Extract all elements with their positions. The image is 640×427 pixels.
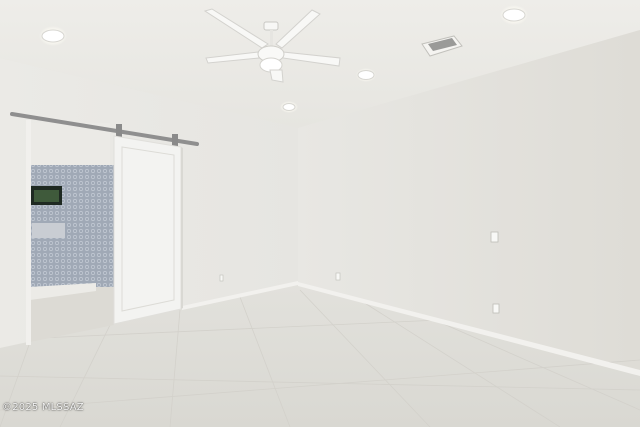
recessed-light-icon: [502, 8, 526, 22]
window-view: [34, 190, 59, 202]
room-scene: [0, 0, 640, 427]
doorway: [26, 120, 114, 345]
barn-door: [113, 135, 183, 325]
doorway-jamb: [26, 120, 31, 345]
power-outlet-icon: [492, 303, 500, 314]
recessed-light-icon: [357, 70, 375, 80]
recessed-light-icon: [41, 29, 65, 43]
copyright-watermark: ©2025 MLSSAZ: [2, 402, 84, 413]
power-outlet-icon: [335, 272, 341, 281]
power-outlet-icon: [219, 274, 224, 282]
recessed-light-icon: [282, 103, 296, 111]
light-switch-icon: [490, 231, 499, 243]
shower-niche: [32, 223, 65, 238]
